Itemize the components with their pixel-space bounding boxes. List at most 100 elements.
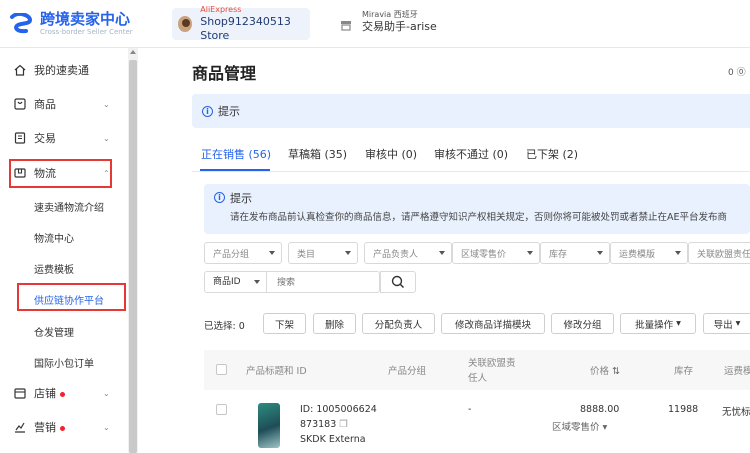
product-icon xyxy=(14,98,26,110)
col-price[interactable]: 价格 ⇅ xyxy=(590,363,620,377)
sidebar: 我的速卖通 商品 ⌄ 交易 ⌄ 物流 ⌃ 速卖通物流介绍 物流中心 运费模板 供… xyxy=(0,48,138,453)
top-bar: 跨境卖家中心 Cross-border Seller Center AliExp… xyxy=(0,0,750,48)
order-icon xyxy=(14,132,26,144)
brand-subtitle: Cross-border Seller Center xyxy=(40,28,133,36)
search-field-select[interactable]: 商品ID xyxy=(205,272,267,292)
sidebar-subitem-small-parcel[interactable]: 国际小包订单 xyxy=(34,355,94,370)
search-button[interactable] xyxy=(380,271,416,293)
miravia-platform: Miravia 西班牙 xyxy=(362,10,418,19)
caret-down-icon xyxy=(597,251,603,255)
brand-title: 跨境卖家中心 xyxy=(40,10,131,28)
store-platform: AliExpress xyxy=(200,5,242,14)
highlight-box-supply-chain xyxy=(17,283,126,311)
sidebar-subitem-shipping-template[interactable]: 运费模板 xyxy=(34,261,74,276)
table-header: 产品标题和 ID 产品分组 关联欧盟责 任人 价格 ⇅ 库存 运费模 xyxy=(204,350,750,390)
tab-drafts[interactable]: 草稿箱 (35) xyxy=(288,146,347,162)
sort-icon[interactable]: ⇅ xyxy=(612,366,620,377)
edit-group-button[interactable]: 修改分组 xyxy=(551,313,614,334)
scroll-up-arrow-icon[interactable] xyxy=(130,50,136,54)
sidebar-item-orders[interactable]: 交易 ⌄ xyxy=(0,123,128,153)
product-name[interactable]: SKDK Externa xyxy=(300,434,366,445)
filter-regional-price[interactable]: 区域零售价 xyxy=(452,242,540,264)
page-title: 商品管理 xyxy=(192,64,257,83)
storefront-icon xyxy=(340,16,352,31)
tab-under-review[interactable]: 审核中 (0) xyxy=(365,146,417,162)
notification-dot xyxy=(60,425,65,431)
export-button[interactable]: 导出 ▾ xyxy=(703,313,750,334)
row-eu-owner: - xyxy=(468,404,472,415)
tab-on-sale[interactable]: 正在销售 (56) xyxy=(201,146,271,162)
edit-detail-module-button[interactable]: 修改商品详描模块 xyxy=(441,313,545,334)
caret-down-icon xyxy=(675,251,681,255)
home-icon xyxy=(14,64,26,76)
col-shipping: 运费模 xyxy=(724,366,750,377)
help-icon: ⓪ xyxy=(736,68,746,78)
notice-title: 提示 xyxy=(230,192,252,205)
row-checkbox[interactable] xyxy=(216,404,227,415)
product-thumbnail[interactable] xyxy=(258,403,280,448)
row-shipping: 无忧标 xyxy=(722,407,750,418)
active-tab-indicator xyxy=(200,169,270,171)
row-price: 8888.00 xyxy=(580,404,620,415)
tab-rejected[interactable]: 审核不通过 (0) xyxy=(434,146,508,162)
caret-down-icon xyxy=(269,251,275,255)
sidebar-item-store[interactable]: 店铺 ⌄ xyxy=(0,378,128,408)
caret-down-icon: ▾ xyxy=(735,318,741,329)
product-id-line1: ID: 1005006624 xyxy=(300,404,377,415)
filter-owner[interactable]: 产品负责人 xyxy=(364,242,452,264)
sidebar-item-home[interactable]: 我的速卖通 xyxy=(0,55,128,85)
help-counter[interactable]: 0 ⓪ xyxy=(728,65,746,78)
row-stock: 11988 xyxy=(668,404,699,415)
store-icon xyxy=(14,387,26,399)
chevron-down-icon: ⌄ xyxy=(103,133,110,143)
tip-label: 提示 xyxy=(218,105,240,118)
miravia-switcher[interactable]: Miravia 西班牙 交易助手-arise xyxy=(340,10,437,34)
caret-down-icon xyxy=(439,251,445,255)
col-stock: 库存 xyxy=(674,366,694,377)
tip-banner: i 提示 xyxy=(192,94,750,128)
highlight-box-logistics xyxy=(9,159,112,188)
chevron-down-icon: ⌄ xyxy=(103,388,110,398)
filter-eu-responsible[interactable]: 关联欧盟责任 xyxy=(688,242,750,264)
info-icon: i xyxy=(202,106,213,117)
brand-logo[interactable]: 跨境卖家中心 Cross-border Seller Center xyxy=(8,8,133,40)
sidebar-subitem-intro[interactable]: 速卖通物流介绍 xyxy=(34,199,104,214)
copy-icon[interactable]: ❐ xyxy=(339,419,348,430)
sidebar-scrollbar[interactable] xyxy=(128,48,138,453)
assign-owner-button[interactable]: 分配负责人 xyxy=(362,313,435,334)
sidebar-subitem-center[interactable]: 物流中心 xyxy=(34,230,74,245)
store-avatar xyxy=(178,16,193,32)
caret-down-icon xyxy=(527,251,533,255)
tab-delisted[interactable]: 已下架 (2) xyxy=(526,146,578,162)
search-input[interactable] xyxy=(277,272,377,292)
store-name: Shop912340513 Store xyxy=(200,15,291,42)
row-price-note[interactable]: 区域零售价 ▾ xyxy=(552,419,607,433)
caret-down-icon xyxy=(345,251,351,255)
sidebar-subitem-warehouse[interactable]: 仓发管理 xyxy=(34,324,74,339)
delist-button[interactable]: 下架 xyxy=(263,313,306,334)
col-eu-line2: 任人 xyxy=(468,373,488,384)
miravia-account: 交易助手-arise xyxy=(362,20,437,33)
filter-category[interactable]: 类目 xyxy=(288,242,358,264)
info-icon: i xyxy=(214,192,225,203)
sidebar-item-marketing[interactable]: 营销 ⌄ xyxy=(0,412,128,442)
col-title: 产品标题和 ID xyxy=(246,366,307,377)
caret-down-icon xyxy=(254,280,260,284)
scrollbar-thumb[interactable] xyxy=(129,60,137,453)
col-group: 产品分组 xyxy=(388,366,427,377)
brand-mark-icon xyxy=(8,12,34,35)
select-all-checkbox[interactable] xyxy=(216,364,227,375)
filter-product-group[interactable]: 产品分组 xyxy=(204,242,282,264)
store-switcher[interactable]: AliExpress Shop912340513 Store xyxy=(172,5,310,42)
filter-stock[interactable]: 库存 xyxy=(540,242,610,264)
notice-banner: i 提示 请在发布商品前认真检查你的商品信息，请严格遵守知识产权相关规定，否则你… xyxy=(204,184,750,234)
marketing-icon xyxy=(14,421,26,433)
filter-shipping-template[interactable]: 运费模版 xyxy=(610,242,688,264)
notice-body: 请在发布商品前认真检查你的商品信息，请严格遵守知识产权相关规定，否则你将可能被处… xyxy=(230,212,728,223)
sidebar-item-products[interactable]: 商品 ⌄ xyxy=(0,89,128,119)
col-eu-line1: 关联欧盟责 xyxy=(468,358,516,369)
notification-dot xyxy=(60,391,65,397)
search-combo: 商品ID xyxy=(204,271,380,293)
delete-button[interactable]: 删除 xyxy=(313,313,356,334)
bulk-actions-button[interactable]: 批量操作 ▾ xyxy=(620,313,696,334)
